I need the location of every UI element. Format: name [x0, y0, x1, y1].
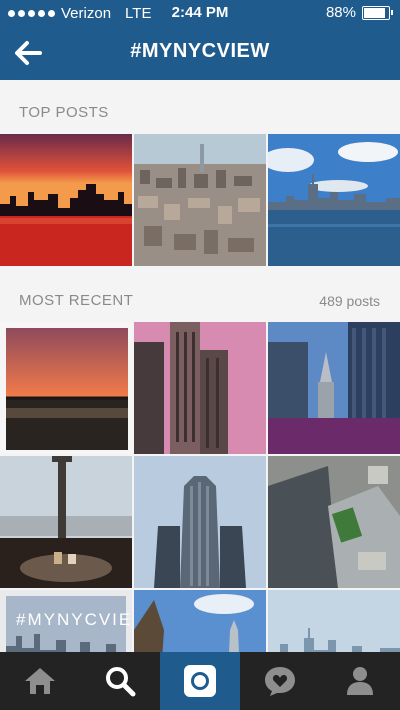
- activity-icon: [265, 667, 295, 696]
- midtown-towers-photo: [268, 322, 400, 454]
- tower-dusk-photo: [134, 322, 266, 454]
- aerial-park-photo: [268, 456, 400, 588]
- battery-percent: 88%: [325, 4, 356, 21]
- photo-tile[interactable]: [268, 134, 400, 266]
- tab-bar: [0, 652, 400, 710]
- empire-state-photo: [134, 456, 266, 588]
- tab-profile[interactable]: [320, 652, 400, 710]
- page-title: #MYNYCVIEW: [130, 40, 270, 62]
- harbor-skyline-photo: [268, 134, 400, 266]
- post-count: 489 posts: [319, 293, 380, 309]
- aerial-city-photo: [134, 134, 266, 266]
- profile-icon: [347, 667, 373, 695]
- most-recent-label: MOST RECENT: [19, 292, 134, 309]
- photo-tile[interactable]: [134, 134, 266, 266]
- battery-icon: [362, 5, 393, 20]
- tab-camera[interactable]: [160, 652, 240, 710]
- top-posts-label: TOP POSTS: [19, 104, 109, 121]
- tab-activity[interactable]: [240, 652, 320, 710]
- nav-bar: #MYNYCVIEW: [0, 26, 400, 80]
- home-icon: [25, 668, 55, 694]
- photo-tile[interactable]: [0, 322, 132, 454]
- photo-tile[interactable]: [134, 456, 266, 588]
- rooftop-lounge-photo: [0, 456, 132, 588]
- photo-tile[interactable]: [268, 590, 400, 652]
- app-header: Verizon LTE 2:44 PM 88% #MYNYCVIEW: [0, 0, 400, 80]
- camera-icon: [184, 665, 216, 697]
- hazy-skyline-photo: [268, 590, 400, 652]
- status-bar: Verizon LTE 2:44 PM 88%: [0, 0, 400, 26]
- search-icon: [106, 667, 136, 697]
- sunset-skyline-photo: [0, 134, 132, 266]
- tab-home[interactable]: [0, 652, 80, 710]
- chrysler-ornament-photo: [134, 590, 266, 652]
- photo-tile[interactable]: [134, 590, 266, 652]
- photo-tile[interactable]: [0, 456, 132, 588]
- feed[interactable]: TOP POSTS MOST RECENT 489 posts #MYNYCVI…: [0, 80, 400, 652]
- photo-tile[interactable]: [134, 322, 266, 454]
- terrace-sunset-photo: [0, 322, 132, 454]
- photo-tile[interactable]: [268, 322, 400, 454]
- photo-tile[interactable]: [0, 134, 132, 266]
- photo-tile[interactable]: [268, 456, 400, 588]
- photo-overlay-text: #MYNYCVIEW: [16, 610, 132, 629]
- tab-search[interactable]: [80, 652, 160, 710]
- photo-tile[interactable]: #MYNYCVIEW: [0, 590, 132, 652]
